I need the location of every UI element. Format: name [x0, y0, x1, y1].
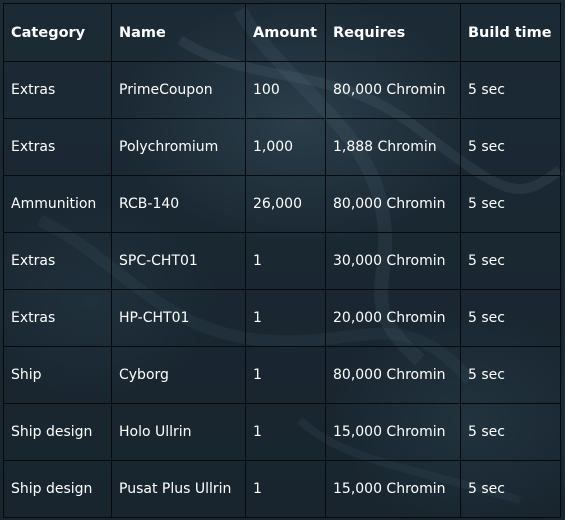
cell-category: Extras [3, 61, 112, 119]
cell-build-time: 5 sec [460, 346, 561, 404]
cell-requires: 15,000 Chromin [325, 460, 461, 518]
cell-name: Polychromium [111, 118, 246, 176]
column-header-requires: Requires [325, 3, 461, 62]
cell-build-time: 5 sec [460, 460, 561, 518]
column-header-category: Category [3, 3, 112, 62]
cell-amount: 1 [245, 403, 326, 461]
cell-requires: 30,000 Chromin [325, 232, 461, 290]
cell-build-time: 5 sec [460, 175, 561, 233]
table-row: Ship design Holo Ullrin 1 15,000 Chromin… [3, 403, 561, 461]
cell-amount: 1,000 [245, 118, 326, 176]
cell-build-time: 5 sec [460, 118, 561, 176]
cell-name: PrimeCoupon [111, 61, 246, 119]
cell-requires: 15,000 Chromin [325, 403, 461, 461]
cell-category: Ship design [3, 403, 112, 461]
column-header-amount: Amount [245, 3, 326, 62]
table-row: Extras Polychromium 1,000 1,888 Chromin … [3, 118, 561, 176]
cell-amount: 1 [245, 460, 326, 518]
table-row: Ammunition RCB-140 26,000 80,000 Chromin… [3, 175, 561, 233]
cell-category: Extras [3, 289, 112, 347]
cell-requires: 80,000 Chromin [325, 346, 461, 404]
cell-name: Holo Ullrin [111, 403, 246, 461]
cell-build-time: 5 sec [460, 232, 561, 290]
cell-name: HP-CHT01 [111, 289, 246, 347]
table-row: Ship Cyborg 1 80,000 Chromin 5 sec [3, 346, 561, 404]
cell-requires: 20,000 Chromin [325, 289, 461, 347]
cell-name: Cyborg [111, 346, 246, 404]
cell-name: RCB-140 [111, 175, 246, 233]
table-header-row: Category Name Amount Requires Build time [3, 3, 561, 62]
cell-amount: 1 [245, 232, 326, 290]
cell-name: SPC-CHT01 [111, 232, 246, 290]
cell-amount: 100 [245, 61, 326, 119]
cell-build-time: 5 sec [460, 61, 561, 119]
cell-category: Ship [3, 346, 112, 404]
cell-name: Pusat Plus Ullrin [111, 460, 246, 518]
cell-requires: 1,888 Chromin [325, 118, 461, 176]
column-header-build-time: Build time [460, 3, 561, 62]
cell-requires: 80,000 Chromin [325, 61, 461, 119]
table-row: Extras SPC-CHT01 1 30,000 Chromin 5 sec [3, 232, 561, 290]
cell-requires: 80,000 Chromin [325, 175, 461, 233]
table-row: Extras HP-CHT01 1 20,000 Chromin 5 sec [3, 289, 561, 347]
column-header-name: Name [111, 3, 246, 62]
cell-category: Ship design [3, 460, 112, 518]
table-row: Ship design Pusat Plus Ullrin 1 15,000 C… [3, 460, 561, 518]
cell-amount: 1 [245, 289, 326, 347]
item-table: Category Name Amount Requires Build time… [3, 3, 561, 518]
cell-amount: 26,000 [245, 175, 326, 233]
cell-amount: 1 [245, 346, 326, 404]
cell-category: Ammunition [3, 175, 112, 233]
table-row: Extras PrimeCoupon 100 80,000 Chromin 5 … [3, 61, 561, 119]
cell-category: Extras [3, 232, 112, 290]
cell-category: Extras [3, 118, 112, 176]
cell-build-time: 5 sec [460, 289, 561, 347]
cell-build-time: 5 sec [460, 403, 561, 461]
